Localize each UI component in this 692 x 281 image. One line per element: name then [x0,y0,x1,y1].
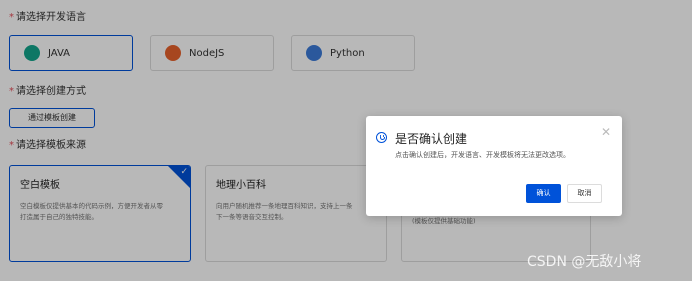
dialog-content: 点击确认创建后，开发语言、开发模板将无法更改选项。 [395,151,570,159]
confirm-button[interactable]: 确认 [526,184,561,203]
dialog-title: 是否确认创建 [395,132,468,146]
close-icon[interactable]: ✕ [601,126,611,138]
watermark-text: CSDN @无敌小将 [527,254,642,270]
confirm-dialog: 是否确认创建 ✕ 点击确认创建后，开发语言、开发模板将无法更改选项。 确认 取消 [366,116,622,216]
cancel-button[interactable]: 取消 [567,184,602,203]
smile-info-icon [376,132,387,143]
